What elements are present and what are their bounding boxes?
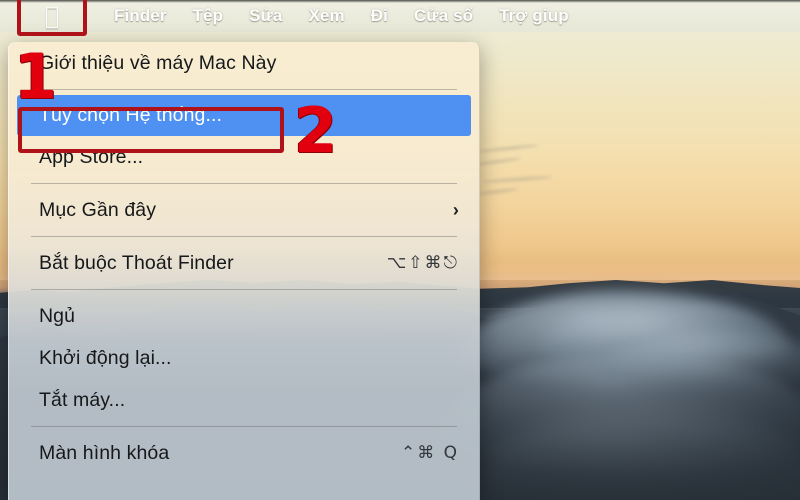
menu-item-label: Tắt máy... [39, 388, 126, 411]
chevron-right-icon: › [452, 199, 459, 220]
menubar-item-view[interactable]: Xem [295, 0, 357, 32]
menu-item-force-quit-finder[interactable]: Bắt buộc Thoát Finder ⌥⇧⌘⎋ [9, 242, 479, 284]
menu-separator [31, 426, 457, 427]
cloud-wisp [476, 156, 521, 167]
menubar-item-finder[interactable]: Finder [101, 0, 180, 32]
apple-logo-icon:  [45, 4, 59, 28]
menu-item-label: Tùy chọn Hệ thống... [39, 104, 223, 126]
menu-separator [31, 183, 457, 184]
menubar-item-help[interactable]: Trợ giup [486, 0, 582, 32]
menubar-item-go[interactable]: Đi [358, 0, 401, 32]
menubar-item-edit[interactable]: Sửa [236, 0, 295, 32]
menu-item-label: Ngủ [39, 304, 76, 327]
menu-item-label: Khởi động lại... [39, 346, 172, 369]
cloud-wisp [481, 175, 553, 184]
menu-item-recent-items[interactable]: Mục Gần đây › [9, 189, 479, 231]
menu-item-label: Màn hình khóa [39, 441, 170, 464]
menu-item-system-preferences[interactable]: Tùy chọn Hệ thống... [17, 95, 471, 136]
menu-item-label: App Store... [39, 145, 144, 168]
menu-item-shut-down[interactable]: Tắt máy... [9, 379, 479, 421]
menu-item-label: Mục Gần đây [39, 198, 157, 221]
menu-item-sleep[interactable]: Ngủ [9, 295, 479, 337]
menu-item-app-store[interactable]: App Store... [9, 136, 479, 178]
menu-separator [31, 289, 457, 290]
cloud-wisp [478, 143, 538, 154]
menu-bar:  Finder Tệp Sửa Xem Đi Cửa sổ Trợ giup [0, 0, 800, 32]
apple-menu-button[interactable]:  [17, 0, 87, 32]
apple-dropdown-menu: Giới thiệu về máy Mac Này Tùy chọn Hệ th… [8, 42, 480, 500]
menu-item-shortcut: ⌥⇧⌘⎋ [386, 253, 459, 273]
menubar-item-file[interactable]: Tệp [180, 0, 237, 32]
menu-separator [31, 236, 457, 237]
menu-separator [31, 89, 457, 90]
menubar-item-window[interactable]: Cửa sổ [401, 0, 486, 32]
menu-item-shortcut: ⌃⌘ Q [400, 443, 459, 463]
menu-item-label: Bắt buộc Thoát Finder [39, 251, 234, 274]
cloud-wisp [477, 187, 519, 196]
desktop-screen:  Finder Tệp Sửa Xem Đi Cửa sổ Trợ giup … [0, 0, 800, 500]
menu-item-about-this-mac[interactable]: Giới thiệu về máy Mac Này [9, 42, 479, 84]
menu-item-restart[interactable]: Khởi động lại... [9, 337, 479, 379]
menu-item-label: Giới thiệu về máy Mac Này [39, 51, 277, 74]
menu-item-lock-screen[interactable]: Màn hình khóa ⌃⌘ Q [9, 432, 479, 474]
